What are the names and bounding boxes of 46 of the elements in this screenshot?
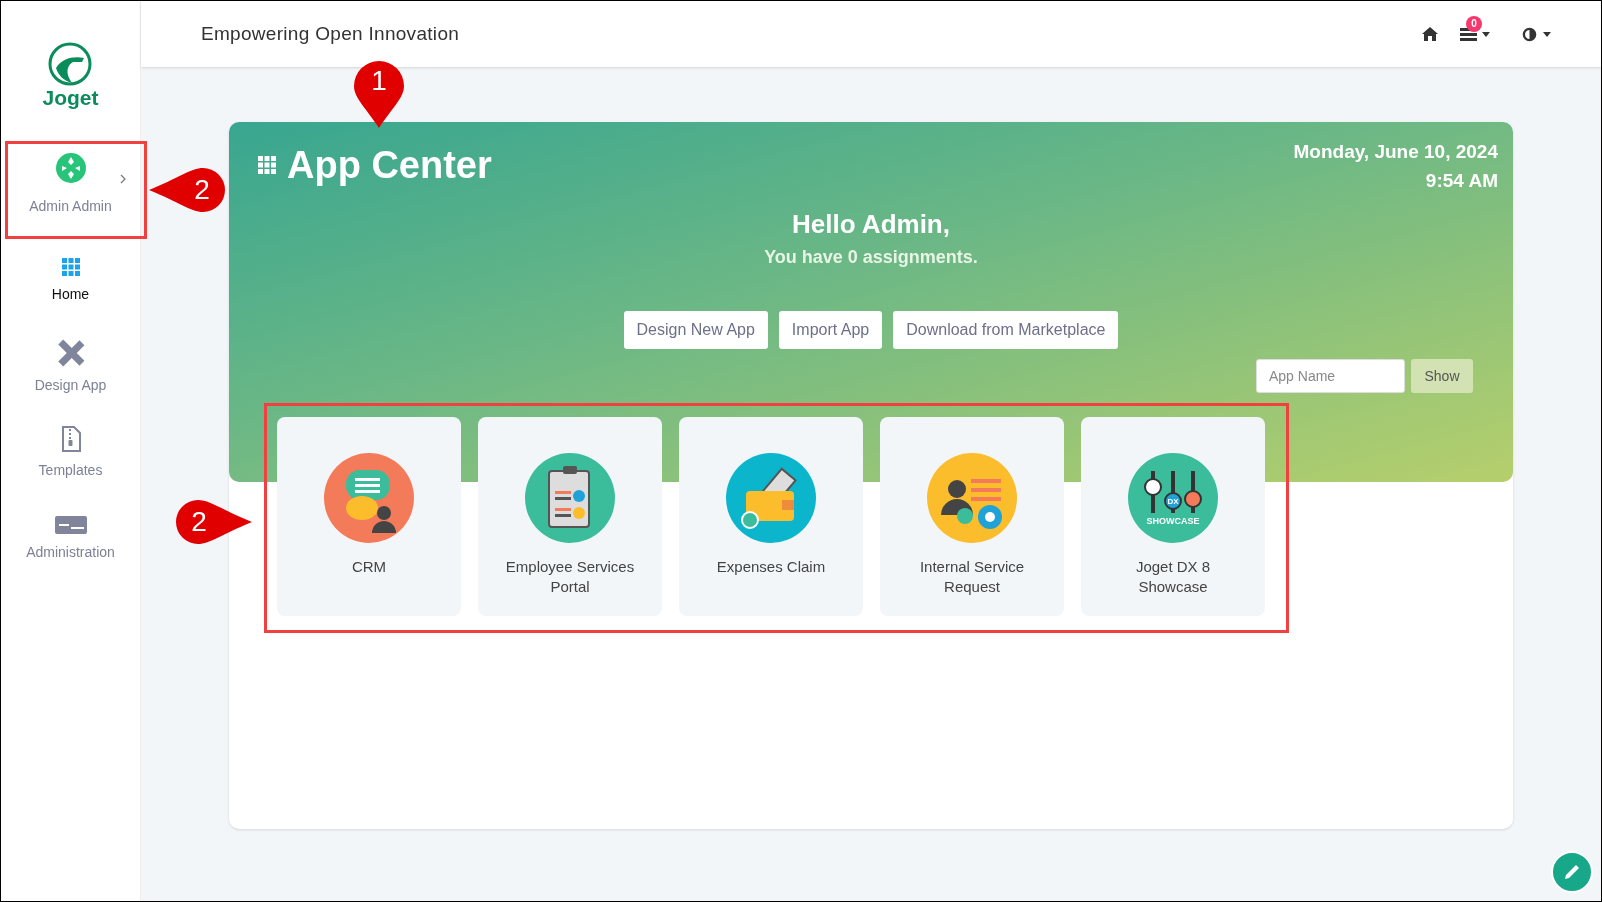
caret-icon (1482, 31, 1490, 37)
caret-icon (1543, 31, 1551, 37)
page-title: Empowering Open Innovation (201, 21, 460, 46)
nav-item[interactable]: Home (5, 238, 136, 324)
app-tile[interactable]: DX SHOWCASE Joget DX 8 Showcase (1081, 417, 1265, 616)
contrast-icon (1522, 26, 1537, 42)
greeting-text: Hello Admin, (792, 208, 950, 241)
clipboard-icon (525, 453, 615, 543)
theme-menu[interactable] (1522, 26, 1551, 42)
time-text: 9:54 AM (1425, 168, 1498, 193)
person-gear-icon (927, 453, 1017, 543)
nav-item[interactable]: Design App (5, 324, 136, 410)
action-button[interactable]: Design New App (623, 311, 768, 349)
app-tile[interactable]: Internal Service Request (880, 417, 1064, 616)
grid-icon (258, 156, 276, 174)
chat-person-icon (324, 453, 414, 543)
logo-icon (48, 42, 93, 86)
app-tile[interactable]: CRM (277, 417, 461, 616)
assignments-text: You have 0 assignments. (764, 246, 978, 269)
notification-count: 0 (1466, 15, 1482, 32)
app-tile[interactable]: Employee Services Portal (478, 417, 662, 616)
action-button[interactable]: Import App (778, 311, 883, 349)
callout-badge: 2 (147, 165, 227, 215)
app-tile[interactable]: Expenses Claim (679, 417, 863, 616)
date-text: Monday, June 10, 2024 (1293, 140, 1498, 164)
sliders-icon: DX SHOWCASE (1128, 453, 1218, 543)
pencil-icon (1563, 863, 1581, 881)
user-menu[interactable]: Admin Admin (2, 139, 139, 234)
server-icon (54, 515, 87, 534)
nav-item[interactable]: Templates (5, 410, 136, 496)
logo-text: Joget (42, 87, 99, 108)
tasks-menu[interactable]: 0 (1460, 15, 1492, 41)
show-button[interactable]: Show (1411, 359, 1473, 393)
callout-badge: 2 (174, 497, 254, 547)
chevron-icon (119, 174, 126, 184)
action-button[interactable]: Download from Marketplace (893, 311, 1119, 349)
app-center-title: App Center (287, 146, 492, 184)
zip-file-icon (60, 425, 81, 452)
nav-item[interactable]: Administration (5, 496, 136, 582)
app-name-field[interactable]: App Name (1256, 359, 1405, 393)
wallet-icon (726, 453, 816, 543)
grid-icon (61, 257, 80, 276)
user-name: Admin Admin (29, 197, 112, 216)
home-icon[interactable] (1422, 27, 1438, 41)
avatar-icon (55, 153, 86, 183)
edit-button[interactable] (1551, 851, 1593, 893)
